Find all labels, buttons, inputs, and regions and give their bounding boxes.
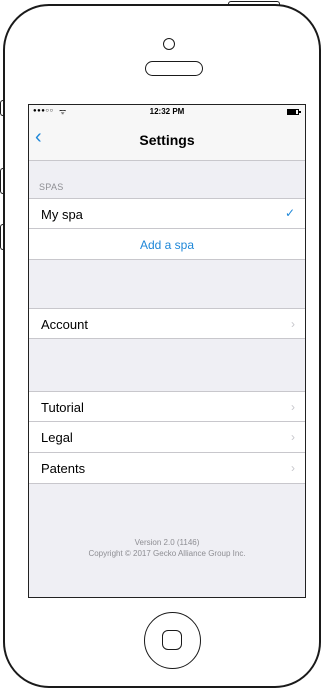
chevron-right-icon: › <box>291 430 295 444</box>
speaker-grille <box>145 61 203 76</box>
settings-row-legal[interactable]: Legal › <box>29 422 305 453</box>
app-screen: ●●●○○ ᯤ 12:32 PM ‹ Settings SPAS My spa … <box>28 104 306 598</box>
settings-row-account[interactable]: Account › <box>29 308 305 339</box>
copyright-text: Copyright © 2017 Gecko Alliance Group In… <box>88 549 246 558</box>
camera-icon <box>163 38 175 50</box>
settings-row-tutorial[interactable]: Tutorial › <box>29 391 305 422</box>
spa-row-my-spa[interactable]: My spa ✓ <box>29 198 305 229</box>
tutorial-label: Tutorial <box>41 400 84 415</box>
home-button[interactable] <box>144 612 201 669</box>
page-title: Settings <box>139 132 195 148</box>
navigation-bar: ‹ Settings <box>29 119 305 161</box>
status-time: 12:32 PM <box>149 107 185 116</box>
account-label: Account <box>41 317 88 332</box>
battery-icon <box>287 109 301 115</box>
settings-row-patents[interactable]: Patents › <box>29 453 305 484</box>
add-spa-button[interactable]: Add a spa <box>29 229 305 260</box>
patents-label: Patents <box>41 461 86 476</box>
status-bar: ●●●○○ ᯤ 12:32 PM <box>29 105 305 119</box>
chevron-right-icon: › <box>291 400 295 414</box>
home-square-icon <box>162 630 182 650</box>
spa-name: My spa <box>41 207 83 222</box>
chevron-right-icon: › <box>291 461 295 475</box>
section-header-spas: SPAS <box>39 182 64 192</box>
checkmark-icon: ✓ <box>284 206 295 220</box>
version-text: Version 2.0 (1146) <box>134 538 200 547</box>
legal-label: Legal <box>41 430 73 445</box>
chevron-right-icon: › <box>291 317 295 331</box>
add-spa-label: Add a spa <box>139 238 195 252</box>
